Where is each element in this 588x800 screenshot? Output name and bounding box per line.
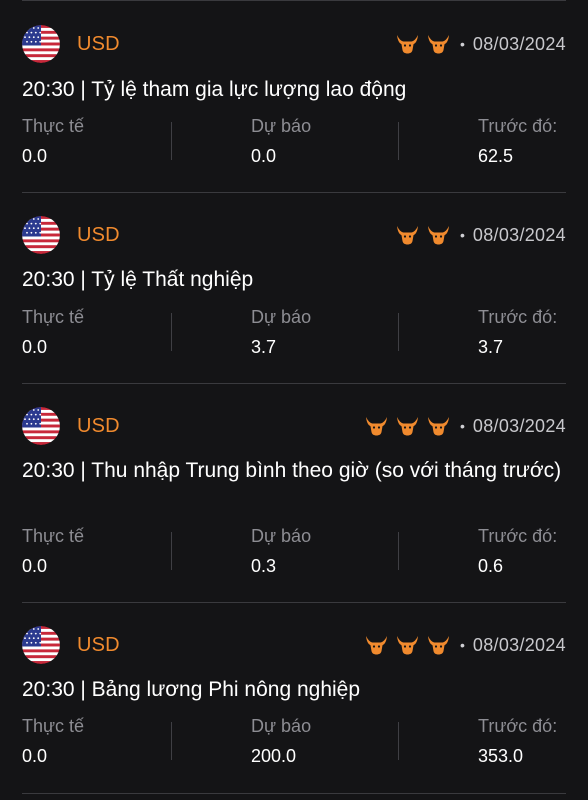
separator-dot: • <box>460 637 465 653</box>
actual-value: 0.0 <box>22 556 48 576</box>
actual-label: Thực tế <box>22 526 85 546</box>
actual-label: Thực tế <box>22 116 85 136</box>
us-flag-icon <box>22 25 60 63</box>
forecast-value: 0.0 <box>251 146 277 166</box>
event-title: 20:30 | Thu nhập Trung bình theo giờ (so… <box>22 459 562 482</box>
previous-value: 0.6 <box>478 556 504 576</box>
bull-icon <box>397 417 418 436</box>
previous-label: Trước đó: <box>478 116 558 136</box>
event-date: 08/03/2024 <box>472 33 566 54</box>
bull-icon <box>397 226 418 245</box>
actual-value: 0.0 <box>22 746 48 766</box>
previous-label: Trước đó: <box>478 526 558 546</box>
column-divider <box>398 722 399 760</box>
event-stats: Thực tế 0.0 Dự báo 0.3 Trước đó: 0.6 <box>22 526 566 586</box>
event-title: 20:30 | Tỷ lệ Thất nghiệp <box>22 268 254 291</box>
column-divider <box>398 532 399 570</box>
forecast-value: 0.3 <box>251 556 277 576</box>
bull-icon <box>428 636 449 655</box>
event-date: 08/03/2024 <box>472 634 566 655</box>
bull-icon <box>428 417 449 436</box>
actual-label: Thực tế <box>22 716 85 736</box>
column-divider <box>171 122 172 160</box>
bull-icon <box>428 226 449 245</box>
column-divider <box>398 313 399 351</box>
forecast-label: Dự báo <box>251 307 312 327</box>
bull-icon <box>366 636 387 655</box>
importance-rating <box>396 34 450 54</box>
event-stats: Thực tế 0.0 Dự báo 3.7 Trước đó: 3.7 <box>22 307 566 367</box>
event-header: USD • 08/03/2024 <box>22 215 566 255</box>
event-header: USD • 08/03/2024 <box>22 406 566 446</box>
event-stats: Thực tế 0.0 Dự báo 200.0 Trước đó: 353.0 <box>22 716 566 776</box>
us-flag-icon <box>22 216 60 254</box>
us-flag-icon <box>22 626 60 664</box>
column-divider <box>398 122 399 160</box>
actual-value: 0.0 <box>22 337 48 357</box>
column-divider <box>171 313 172 351</box>
previous-value: 353.0 <box>478 746 524 766</box>
event-header: USD • 08/03/2024 <box>22 625 566 665</box>
separator-dot: • <box>460 36 465 52</box>
previous-value: 62.5 <box>478 146 514 166</box>
column-divider <box>171 722 172 760</box>
column-divider <box>171 532 172 570</box>
card-divider <box>22 383 566 384</box>
forecast-value: 3.7 <box>251 337 277 357</box>
currency-code: USD <box>77 633 120 656</box>
actual-value: 0.0 <box>22 146 48 166</box>
bull-icon <box>366 417 387 436</box>
card-divider <box>22 602 566 603</box>
forecast-label: Dự báo <box>251 716 312 736</box>
event-title: 20:30 | Tỷ lệ tham gia lực lượng lao độn… <box>22 78 407 101</box>
card-divider <box>22 0 566 1</box>
event-header: USD • 08/03/2024 <box>22 24 566 64</box>
currency-code: USD <box>77 414 120 437</box>
event-stats: Thực tế 0.0 Dự báo 0.0 Trước đó: 62.5 <box>22 116 566 176</box>
previous-label: Trước đó: <box>478 307 558 327</box>
currency-code: USD <box>77 32 120 55</box>
actual-label: Thực tế <box>22 307 85 327</box>
forecast-label: Dự báo <box>251 116 312 136</box>
economic-calendar-list: USD • 08/03/2024 20:30 | Tỷ lệ tham gia … <box>0 0 588 800</box>
forecast-label: Dự báo <box>251 526 312 546</box>
bull-icon <box>397 636 418 655</box>
event-date: 08/03/2024 <box>472 415 566 436</box>
importance-rating <box>396 225 450 245</box>
event-date: 08/03/2024 <box>472 224 566 245</box>
separator-dot: • <box>460 418 465 434</box>
forecast-value: 200.0 <box>251 746 297 766</box>
bull-icon <box>428 35 449 54</box>
importance-rating <box>365 635 450 655</box>
separator-dot: • <box>460 227 465 243</box>
bull-icon <box>397 35 418 54</box>
card-divider <box>22 793 566 794</box>
us-flag-icon <box>22 407 60 445</box>
previous-label: Trước đó: <box>478 716 558 736</box>
event-title: 20:30 | Bảng lương Phi nông nghiệp <box>22 678 361 701</box>
previous-value: 3.7 <box>478 337 504 357</box>
importance-rating <box>365 416 450 436</box>
currency-code: USD <box>77 223 120 246</box>
card-divider <box>22 192 566 193</box>
